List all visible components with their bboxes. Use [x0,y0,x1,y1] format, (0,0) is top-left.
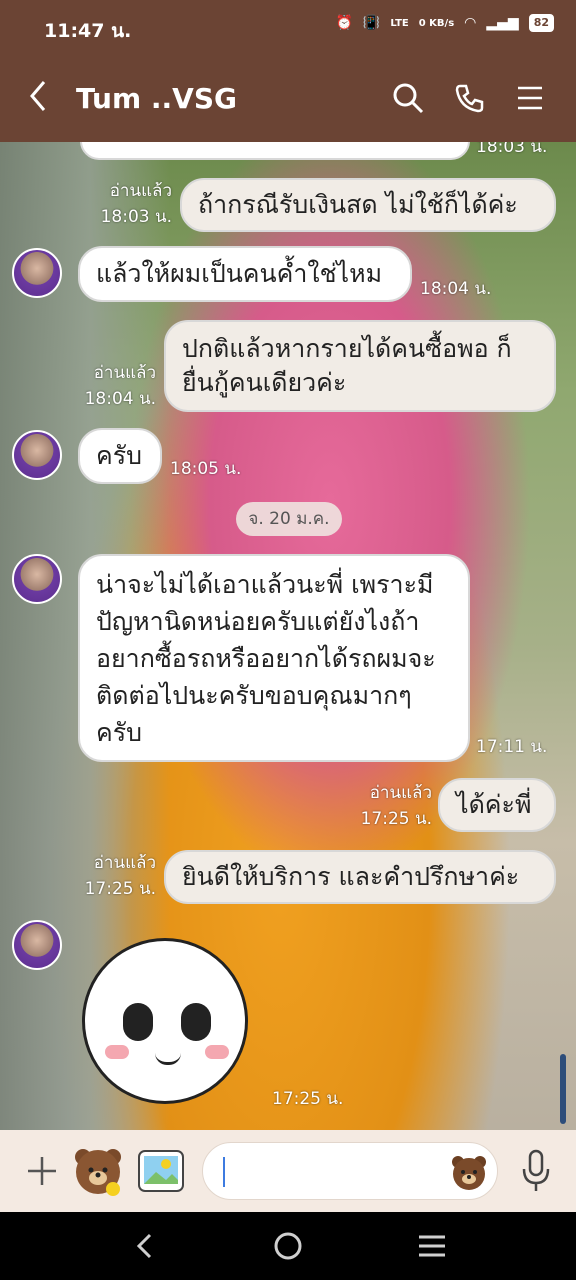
message-bubble-theirs[interactable]: น่าจะไม่ได้เอาแล้วนะพี่ เพราะมีปัญหานิดห… [78,554,470,762]
message-bubble-mine[interactable]: ได้ค่ะพี่ [438,778,556,832]
battery-icon: 82 [528,14,554,32]
chat-header: Tum ..VSG [0,60,576,140]
menu-icon[interactable] [510,78,550,118]
vibrate-icon: 📳 [362,15,381,31]
back-icon[interactable] [26,78,48,123]
sticker-left-blush [105,1045,129,1059]
read-receipt: อ่านแล้ว [109,181,172,201]
message-input-bar [0,1130,576,1212]
message-bubble-mine[interactable]: ปกติแล้วหากรายได้คนซื้อพอ ก็ยื่นกู้คนเดี… [164,320,556,412]
nav-back-icon[interactable] [124,1226,164,1266]
gallery-icon[interactable] [134,1144,188,1198]
plus-icon[interactable] [24,1144,60,1198]
message-time: 18:04 น. [420,279,492,299]
message-bubble-partial[interactable] [80,142,470,160]
text-caret [223,1157,225,1187]
signal-icon: ▂▄▆ [486,15,519,31]
message-time: 18:05 น. [170,459,242,479]
avatar[interactable] [12,430,62,480]
avatar[interactable] [12,554,62,604]
message-time: 17:25 น. [360,809,432,829]
message-time: 18:04 น. [84,389,156,409]
network-speed: 0 KB/s [418,17,455,29]
phone-icon[interactable] [450,78,490,118]
search-icon[interactable] [388,78,428,118]
sad-face-sticker[interactable] [82,938,248,1104]
message-time: 17:25 น. [272,1089,344,1109]
message-time: 18:03 น. [476,142,548,157]
message-bubble-theirs[interactable]: แล้วให้ผมเป็นคนค้ำใช่ไหม [78,246,412,302]
signal-volte-icon: LTE [390,17,409,29]
message-time: 17:11 น. [476,737,548,757]
avatar[interactable] [12,248,62,298]
message-bubble-mine[interactable]: ยินดีให้บริการ และคำปรึกษาค่ะ [164,850,556,904]
message-time: 18:03 น. [100,207,172,227]
avatar[interactable] [12,920,62,970]
nav-recents-icon[interactable] [412,1226,452,1266]
sticker-right-blush [205,1045,229,1059]
sticker-right-eye [181,1003,211,1041]
read-receipt: อ่านแล้ว [93,363,156,383]
status-bar: 11:47 น. ⏰ 📳 LTE 0 KB/s ◠ ▂▄▆ 82 [0,0,576,56]
contact-name[interactable]: Tum ..VSG [76,82,237,115]
message-input[interactable] [202,1142,498,1200]
sticker-brown-bear-icon[interactable] [70,1144,126,1200]
read-receipt: อ่านแล้ว [93,853,156,873]
nav-home-icon[interactable] [268,1226,308,1266]
sticker-mouth [155,1053,181,1065]
message-time: 17:25 น. [84,879,156,899]
wifi-icon: ◠ [464,15,477,31]
status-icons: ⏰ 📳 LTE 0 KB/s ◠ ▂▄▆ 82 [335,14,554,32]
emoji-bear-icon[interactable] [449,1153,489,1193]
message-bubble-theirs[interactable]: ครับ [78,428,162,484]
chat-area[interactable]: 18:03 น. อ่านแล้ว 18:03 น. ถ้ากรณีรับเงิ… [0,142,576,1130]
system-nav-bar [0,1212,576,1280]
sticker-left-eye [123,1003,153,1041]
date-divider: จ. 20 ม.ค. [236,502,342,536]
alarm-icon: ⏰ [335,15,353,31]
microphone-icon[interactable] [516,1144,556,1198]
top-bar: 11:47 น. ⏰ 📳 LTE 0 KB/s ◠ ▂▄▆ 82 Tum ..V… [0,0,576,142]
message-bubble-mine[interactable]: ถ้ากรณีรับเงินสด ไม่ใช้ก็ได้ค่ะ [180,178,556,232]
status-time: 11:47 น. [44,20,132,42]
read-receipt: อ่านแล้ว [369,783,432,803]
scrollbar[interactable] [560,1054,566,1124]
